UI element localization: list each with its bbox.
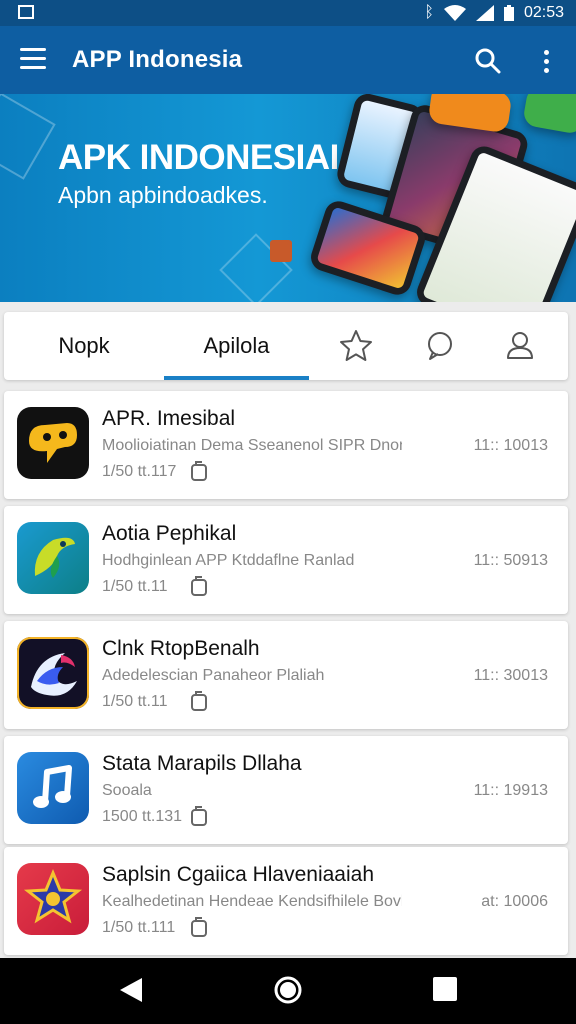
swirl-app-icon	[17, 637, 89, 709]
selected-tab-indicator	[164, 376, 309, 380]
star-badge-app-icon	[17, 863, 89, 935]
app-list-item[interactable]: APR. Imesibal Moolioiatinan Dema Sseanen…	[4, 391, 568, 499]
app-meta: 1/50 tt.11	[102, 578, 168, 595]
app-description: Adedelescian Panaheor Plaliah	[102, 667, 325, 684]
person-icon[interactable]	[500, 326, 540, 366]
music-note-app-icon	[17, 752, 89, 824]
app-meta: 1500 tt.131	[102, 808, 183, 825]
small-app-icon	[270, 240, 292, 262]
chat-bubble-icon[interactable]	[420, 326, 460, 366]
app-stat: 11:: 19913	[473, 782, 548, 799]
banner-headline: APK INDONESIAI	[58, 138, 339, 177]
app-meta: 1/50 tt.111	[102, 919, 176, 936]
app-title: APP Indonesia	[72, 46, 243, 73]
status-time: 02:53	[523, 4, 564, 21]
green-parrot-app-icon	[17, 522, 89, 594]
app-stat: 11:: 50913	[473, 552, 548, 569]
battery-icon	[503, 5, 514, 21]
promo-banner[interactable]: APK INDONESIAI Apbn apbindoadkes.	[0, 94, 576, 302]
clipboard-icon	[191, 806, 207, 826]
app-toolbar: APP Indonesia	[0, 26, 576, 94]
clipboard-icon	[191, 691, 207, 711]
bluetooth-icon: ᛒ	[424, 4, 434, 21]
app-name: APR. Imesibal	[102, 407, 236, 430]
clipboard-icon	[191, 461, 207, 481]
app-stat: at: 10006	[481, 893, 548, 910]
app-stat: 11:: 10013	[473, 437, 548, 454]
app-description: Hodhginlean APP Ktddaflne Ranlad	[102, 552, 355, 569]
app-list-item[interactable]: Clnk RtopBenalh Adedelescian Panaheor Pl…	[4, 621, 568, 729]
banner-subline: Apbn apbindoadkes.	[58, 182, 268, 208]
tab-apilola[interactable]: Apilola	[164, 312, 309, 380]
phone-illustration	[521, 94, 576, 135]
app-name: Aotia Pephikal	[102, 522, 237, 545]
image-notification-icon	[18, 5, 34, 19]
status-icons: ᛒ 02:53	[424, 4, 564, 22]
app-stat: 11:: 30013	[473, 667, 548, 684]
signal-icon	[475, 5, 494, 21]
app-list-item[interactable]: Stata Marapils Dllaha Sooala 1500 tt.131…	[4, 736, 568, 844]
app-meta: 1/50 tt.117	[102, 463, 177, 480]
wifi-icon	[443, 5, 466, 21]
app-meta: 1/50 tt.11	[102, 693, 168, 710]
app-name: Clnk RtopBenalh	[102, 637, 260, 660]
app-name: Saplsin Cgaiica Hlaveniaaiah	[102, 863, 374, 886]
status-bar: ᛒ 02:53	[0, 0, 576, 26]
decorative-shape	[0, 94, 56, 180]
app-name: Stata Marapils Dllaha	[102, 752, 302, 775]
back-icon[interactable]	[118, 976, 144, 1004]
star-icon[interactable]	[336, 326, 376, 366]
hamburger-menu-icon[interactable]	[20, 48, 46, 70]
app-description: Kealhedetinan Hendeae Kendsifhilele Bovl…	[102, 893, 402, 910]
more-options-icon[interactable]	[538, 46, 554, 76]
search-icon[interactable]	[475, 48, 501, 74]
tab-nopk[interactable]: Nopk	[4, 312, 164, 380]
clipboard-icon	[191, 576, 207, 596]
app-description: Moolioiatinan Dema Sseanenol SIPR Dnon	[102, 437, 402, 454]
home-icon[interactable]	[274, 976, 302, 1004]
yellow-face-app-icon	[17, 407, 89, 479]
app-description: Sooala	[102, 782, 152, 799]
clipboard-icon	[191, 917, 207, 937]
tab-bar: Nopk Apilola	[4, 312, 568, 380]
system-navigation-bar	[0, 958, 576, 1024]
recent-apps-icon[interactable]	[432, 976, 458, 1002]
app-list-item[interactable]: Aotia Pephikal Hodhginlean APP Ktddaflne…	[4, 506, 568, 614]
app-list-item[interactable]: Saplsin Cgaiica Hlaveniaaiah Kealhedetin…	[4, 847, 568, 955]
